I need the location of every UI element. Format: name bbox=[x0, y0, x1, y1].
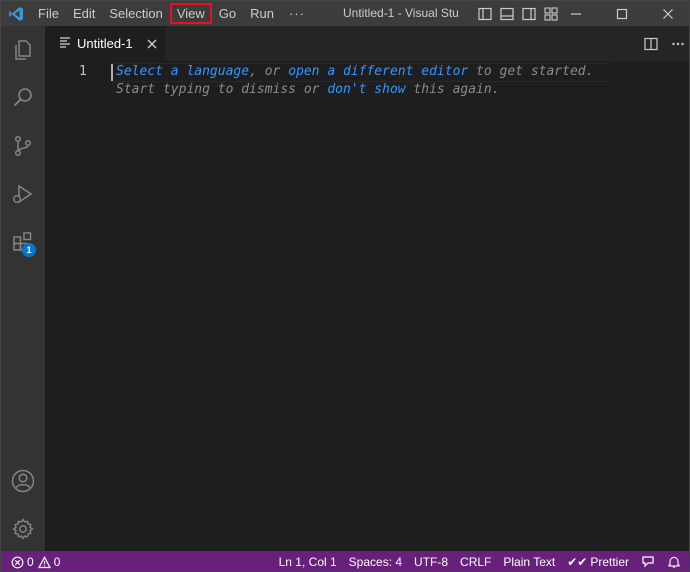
manage-gear-icon[interactable] bbox=[1, 507, 45, 551]
problems-indicator[interactable]: 0 0 bbox=[1, 551, 61, 571]
minimize-icon[interactable] bbox=[553, 1, 599, 26]
error-icon bbox=[11, 556, 24, 569]
feedback-icon[interactable] bbox=[635, 551, 661, 571]
maximize-icon[interactable] bbox=[599, 1, 645, 26]
editor-actions bbox=[637, 26, 689, 61]
double-check-icon: ✔✔ bbox=[567, 555, 588, 569]
text-cursor bbox=[111, 64, 113, 81]
title-bar: File Edit Selection View Go Run ··· Unti… bbox=[1, 1, 689, 26]
select-language-link[interactable]: Select a language bbox=[116, 64, 249, 79]
split-editor-icon[interactable] bbox=[637, 26, 664, 61]
close-window-icon[interactable] bbox=[645, 1, 689, 26]
editor-area[interactable]: 1 Select a language, or open a different… bbox=[45, 61, 689, 551]
layout-controls bbox=[474, 1, 562, 26]
menu-file[interactable]: File bbox=[31, 3, 66, 24]
editor-tabs-bar: Untitled-1 bbox=[45, 26, 689, 61]
tab-untitled-1[interactable]: Untitled-1 bbox=[45, 26, 165, 61]
open-different-editor-link[interactable]: open a different editor bbox=[288, 64, 468, 79]
menu-more-button[interactable]: ··· bbox=[281, 3, 313, 24]
run-debug-icon[interactable] bbox=[1, 172, 45, 216]
dont-show-link[interactable]: don't show bbox=[327, 82, 405, 97]
source-control-icon[interactable] bbox=[1, 124, 45, 168]
prettier-status[interactable]: ✔✔ Prettier bbox=[561, 551, 635, 571]
menu-view[interactable]: View bbox=[169, 3, 212, 24]
indentation[interactable]: Spaces: 4 bbox=[343, 551, 408, 571]
warning-icon bbox=[37, 555, 51, 569]
menu-selection[interactable]: Selection bbox=[102, 3, 169, 24]
toggle-secondary-sidebar-icon[interactable] bbox=[518, 1, 540, 26]
prettier-label: Prettier bbox=[590, 555, 629, 569]
status-bar-right: Ln 1, Col 1 Spaces: 4 UTF-8 CRLF Plain T… bbox=[273, 551, 687, 571]
more-actions-icon[interactable] bbox=[664, 26, 689, 61]
explorer-icon[interactable] bbox=[1, 28, 45, 72]
encoding[interactable]: UTF-8 bbox=[408, 551, 454, 571]
hint-text: , or bbox=[249, 64, 289, 79]
status-bar: 0 0 Ln 1, Col 1 Spaces: 4 UTF-8 CRLF Pla… bbox=[1, 551, 689, 571]
activity-bar: 1 bbox=[1, 26, 45, 551]
lines-file-icon bbox=[59, 36, 71, 51]
menu-bar: File Edit Selection View Go Run ··· bbox=[31, 1, 313, 26]
notifications-bell-icon[interactable] bbox=[661, 551, 687, 571]
close-tab-icon[interactable] bbox=[145, 37, 159, 51]
line-number: 1 bbox=[79, 64, 87, 79]
toggle-panel-icon[interactable] bbox=[496, 1, 518, 26]
vscode-logo-icon bbox=[1, 1, 31, 26]
hint-text: Start typing to dismiss or bbox=[116, 82, 328, 97]
vscode-window: File Edit Selection View Go Run ··· Unti… bbox=[0, 0, 690, 572]
accounts-icon[interactable] bbox=[1, 459, 45, 503]
editor-hint-line-2: Start typing to dismiss or don't show th… bbox=[116, 82, 500, 97]
language-mode[interactable]: Plain Text bbox=[497, 551, 561, 571]
error-count: 0 bbox=[27, 555, 34, 569]
menu-edit[interactable]: Edit bbox=[66, 3, 102, 24]
menu-run[interactable]: Run bbox=[243, 3, 281, 24]
hint-text: to get started. bbox=[468, 64, 594, 79]
toggle-primary-sidebar-icon[interactable] bbox=[474, 1, 496, 26]
tab-label: Untitled-1 bbox=[77, 36, 133, 51]
menu-go[interactable]: Go bbox=[212, 3, 243, 24]
end-of-line[interactable]: CRLF bbox=[454, 551, 497, 571]
extensions-icon[interactable]: 1 bbox=[1, 220, 45, 264]
hint-text: this again. bbox=[405, 82, 500, 97]
cursor-position[interactable]: Ln 1, Col 1 bbox=[273, 551, 343, 571]
warning-count: 0 bbox=[53, 555, 61, 569]
window-controls bbox=[553, 1, 689, 26]
editor-hint-line-1: Select a language, or open a different e… bbox=[116, 64, 593, 79]
search-icon[interactable] bbox=[1, 76, 45, 120]
window-title: Untitled-1 - Visual Stu bbox=[343, 6, 459, 20]
extensions-badge: 1 bbox=[22, 243, 36, 257]
